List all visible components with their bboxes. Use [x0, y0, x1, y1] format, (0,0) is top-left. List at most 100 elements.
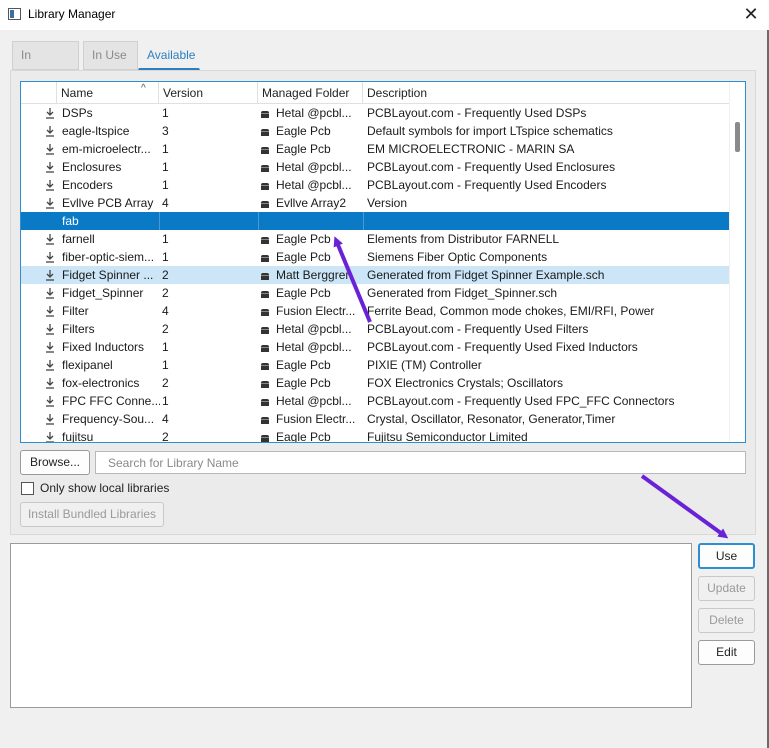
download-arrow-icon[interactable] [43, 284, 57, 302]
update-button[interactable]: Update [698, 576, 755, 601]
only-local-checkbox[interactable] [21, 482, 34, 495]
library-version: 1 [162, 340, 169, 354]
library-description: PIXIE (TM) Controller [367, 358, 482, 372]
download-arrow-icon[interactable] [43, 410, 57, 428]
table-row[interactable]: Encoders 1 Hetal @pcbl... PCBLayout.com - F… [21, 176, 729, 194]
table-row[interactable]: em-microelectr... 1 Eagle Pcb EM MICROELECT… [21, 140, 729, 158]
app-window-icon [8, 8, 21, 20]
table-row[interactable]: fox-electronics 2 Eagle Pcb FOX Electronics… [21, 374, 729, 392]
download-arrow-icon[interactable] [43, 338, 57, 356]
tab-available[interactable]: Available [138, 41, 200, 70]
window-title: Library Manager [28, 7, 116, 21]
table-row[interactable]: fujitsu 2 Eagle Pcb Fujitsu Semiconductor L… [21, 428, 729, 443]
library-version: 4 [162, 196, 169, 210]
managed-folder-name: Eagle Pcb [276, 376, 331, 390]
search-input[interactable] [106, 452, 745, 473]
download-arrow-icon[interactable] [43, 212, 57, 230]
library-version [162, 212, 252, 230]
table-row[interactable]: DSPs 1 Hetal @pcbl... PCBLayout.com - Frequ… [21, 104, 729, 122]
table-row[interactable]: farnell 1 Eagle Pcb Elements from Distribut… [21, 230, 729, 248]
download-arrow-icon[interactable] [43, 374, 57, 392]
library-version: 2 [162, 286, 169, 300]
table-row[interactable]: Fixed Inductors 1 Hetal @pcbl... PCBLayout.… [21, 338, 729, 356]
column-header-name[interactable]: Name ^ [57, 82, 159, 104]
library-description: Version [367, 196, 408, 210]
tab-in-use[interactable]: In Use [83, 41, 138, 70]
library-description: PCBLayout.com - Frequently Used Fixed In… [367, 340, 638, 354]
library-description: FOX Electronics Crystals; Oscillators [367, 376, 564, 390]
library-details-pane [10, 543, 692, 708]
install-bundled-libraries-button[interactable]: Install Bundled Libraries [20, 502, 164, 527]
library-description: PCBLayout.com - Frequently Used Enclosur… [367, 160, 616, 174]
library-name: Fidget Spinner ... [62, 268, 154, 282]
use-button[interactable]: Use [698, 543, 755, 569]
table-row[interactable]: Evllve PCB Array 4 Evllve Array2 Version [21, 194, 729, 212]
column-header-managed-folder[interactable]: Managed Folder [258, 82, 363, 104]
library-description: PCBLayout.com - Frequently Used FPC_FFC … [367, 394, 675, 408]
library-name: Enclosures [62, 160, 122, 174]
library-description: Fujitsu Semiconductor Limited [367, 430, 528, 443]
browse-button[interactable]: Browse... [20, 450, 90, 475]
table-row[interactable]: fab [21, 212, 729, 230]
download-arrow-icon[interactable] [43, 356, 57, 374]
table-row[interactable]: Fidget_Spinner 2 Eagle Pcb Generated from F… [21, 284, 729, 302]
library-name: fujitsu [62, 430, 94, 443]
edit-button[interactable]: Edit [698, 640, 755, 665]
library-version: 1 [162, 358, 169, 372]
library-description: PCBLayout.com - Frequently Used Encoders [367, 178, 607, 192]
table-row[interactable]: Fidget Spinner ... 2 Matt Berggren Generate… [21, 266, 729, 284]
download-arrow-icon[interactable] [43, 122, 57, 140]
download-arrow-icon[interactable] [43, 302, 57, 320]
library-version: 2 [162, 268, 169, 282]
table-row[interactable]: FPC FFC Conne... 1 Hetal @pcbl... PCBLayout… [21, 392, 729, 410]
library-name: fiber-optic-siem... [62, 250, 155, 264]
library-version: 1 [162, 178, 169, 192]
library-version: 1 [162, 250, 169, 264]
download-arrow-icon[interactable] [43, 194, 57, 212]
library-version: 4 [162, 304, 169, 318]
managed-folder [260, 212, 360, 230]
table-row[interactable]: fiber-optic-siem... 1 Eagle Pcb Siemens Fib… [21, 248, 729, 266]
download-arrow-icon[interactable] [43, 140, 57, 158]
download-arrow-icon[interactable] [43, 266, 57, 284]
table-row[interactable]: eagle-ltspice 3 Eagle Pcb Default symbols f… [21, 122, 729, 140]
library-description: Crystal, Oscillator, Resonator, Generato… [367, 412, 616, 426]
library-name: Filters [62, 322, 95, 336]
download-arrow-icon[interactable] [43, 428, 57, 442]
managed-folder: Eagle Pcb [260, 140, 360, 158]
library-name: Fixed Inductors [62, 340, 145, 354]
download-arrow-icon[interactable] [43, 392, 57, 410]
delete-button[interactable]: Delete [698, 608, 755, 633]
close-icon[interactable]: ✕ [741, 4, 761, 24]
download-arrow-icon[interactable] [43, 176, 57, 194]
managed-folder: Matt Berggren [260, 266, 360, 284]
library-version: 1 [162, 160, 169, 174]
table-row[interactable]: Filter 4 Fusion Electr... Ferrite Bead, Com… [21, 302, 729, 320]
download-arrow-icon[interactable] [43, 230, 57, 248]
tab-in-design[interactable]: In Design [12, 41, 79, 89]
library-description: PCBLayout.com - Frequently Used Filters [367, 322, 589, 336]
download-arrow-icon[interactable] [43, 158, 57, 176]
managed-folder-name: Hetal @pcbl... [276, 394, 352, 408]
table-row[interactable]: Enclosures 1 Hetal @pcbl... PCBLayout.com -… [21, 158, 729, 176]
download-arrow-icon[interactable] [43, 320, 57, 338]
library-description: Elements from Distributor FARNELL [367, 232, 560, 246]
column-header-description[interactable]: Description [363, 82, 729, 104]
table-row[interactable]: flexipanel 1 Eagle Pcb PIXIE (TM) Controlle… [21, 356, 729, 374]
library-version: 1 [162, 232, 169, 246]
download-arrow-icon[interactable] [43, 104, 57, 122]
table-row[interactable]: Frequency-Sou... 4 Fusion Electr... Crystal… [21, 410, 729, 428]
library-description: Ferrite Bead, Common mode chokes, EMI/RF… [367, 304, 655, 318]
managed-folder: Hetal @pcbl... [260, 158, 360, 176]
managed-folder: Eagle Pcb [260, 284, 360, 302]
title-bar: Library Manager ✕ [0, 0, 769, 30]
sort-ascending-icon: ^ [141, 83, 146, 94]
managed-folder: Hetal @pcbl... [260, 338, 360, 356]
scrollbar-thumb[interactable] [735, 122, 740, 152]
only-local-label: Only show local libraries [40, 481, 170, 495]
table-vertical-scrollbar[interactable] [729, 82, 745, 442]
table-row[interactable]: Filters 2 Hetal @pcbl... PCBLayout.com - Fr… [21, 320, 729, 338]
library-name: farnell [62, 232, 95, 246]
download-arrow-icon[interactable] [43, 248, 57, 266]
column-header-version[interactable]: Version [159, 82, 258, 104]
